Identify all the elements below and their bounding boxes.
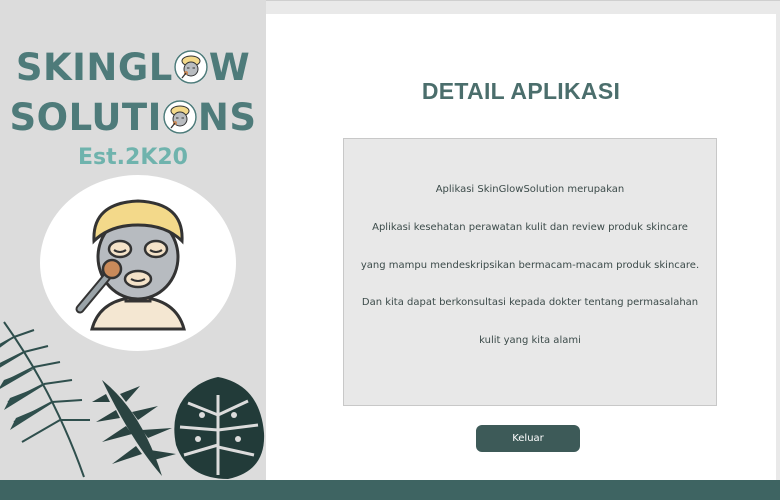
brand-panel: SKINGL W SOLUTI NS Est.2K20	[0, 0, 266, 480]
brand-title-line1-tail: W	[208, 46, 251, 89]
description-line: kulit yang kita alami	[479, 335, 581, 346]
description-line: yang mampu mendeskripsikan bermacam-maca…	[360, 260, 700, 271]
description-box: Aplikasi SkinGlowSolution merupakan Apli…	[343, 138, 717, 406]
brand-title-line2: SOLUTI NS	[0, 96, 266, 139]
face-mask-icon	[162, 100, 197, 134]
description-line: Aplikasi kesehatan perawatan kulit dan r…	[372, 222, 688, 233]
page-title: DETAIL APLIKASI	[421, 78, 621, 104]
brand-title-line1: SKINGL W	[0, 46, 266, 89]
monstera-leaf-icon	[174, 377, 265, 479]
detail-card: DETAIL APLIKASI Aplikasi SkinGlowSolutio…	[266, 14, 776, 480]
monstera-leaf-icon	[0, 321, 90, 478]
monstera-leaf-icon	[92, 380, 176, 476]
description-line: Dan kita dapat berkonsultasi kepada dokt…	[361, 297, 699, 308]
exit-button[interactable]: Keluar	[476, 425, 580, 452]
established-label: Est.2K20	[78, 145, 188, 170]
face-mask-icon	[173, 50, 208, 84]
bottom-bar	[0, 480, 780, 500]
brand-title-line2-tail: NS	[197, 96, 257, 139]
brand-title-line1-text: SKINGL	[15, 46, 173, 89]
brand-title-line2-text: SOLUTI	[9, 96, 162, 139]
description-line: Aplikasi SkinGlowSolution merupakan	[435, 184, 625, 195]
